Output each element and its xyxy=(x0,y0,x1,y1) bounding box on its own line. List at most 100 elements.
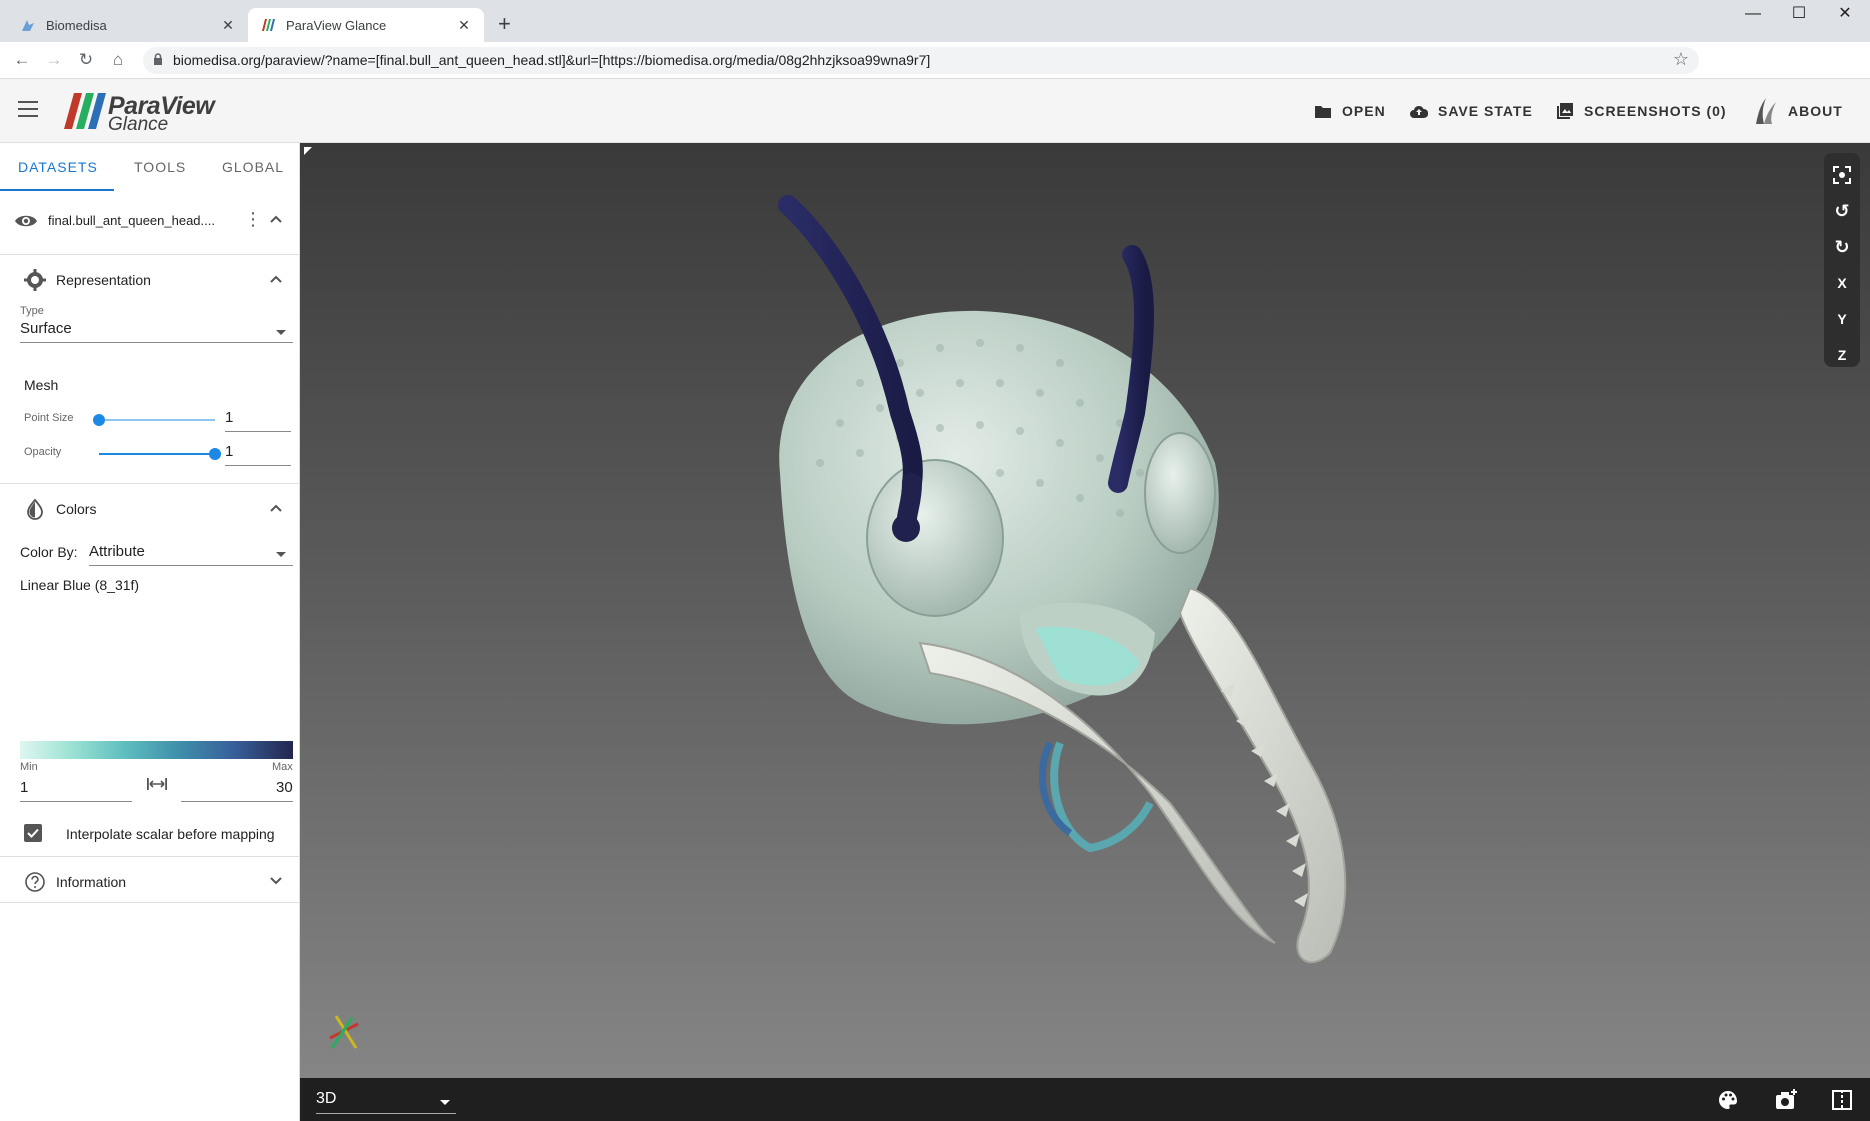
colormap-gradient-bar[interactable] xyxy=(20,741,293,759)
view-axis-y-button[interactable]: Y xyxy=(1824,301,1860,337)
browser-tab-title: Biomedisa xyxy=(46,17,107,33)
render-viewport[interactable]: ↺ ↻ X Y Z xyxy=(300,143,1870,1078)
point-size-value[interactable]: 1 xyxy=(225,409,233,426)
reset-camera-icon[interactable] xyxy=(1824,157,1860,193)
section-divider xyxy=(0,483,300,484)
rotate-right-icon[interactable]: ↻ xyxy=(1824,229,1860,265)
browser-tab-paraview-glance[interactable]: ParaView Glance ✕ xyxy=(248,8,484,42)
representation-title: Representation xyxy=(56,272,151,288)
tab-global[interactable]: GLOBAL xyxy=(222,143,284,191)
color-by-select-value[interactable]: Attribute xyxy=(89,543,145,560)
ant-left-eye xyxy=(866,459,1004,617)
dataset-name[interactable]: final.bull_ant_queen_head.... xyxy=(48,213,238,228)
palette-icon[interactable] xyxy=(1716,1088,1740,1112)
open-button[interactable]: OPEN xyxy=(1314,79,1386,143)
cloud-upload-icon xyxy=(1410,102,1428,120)
save-state-button[interactable]: SAVE STATE xyxy=(1410,79,1533,143)
chevron-up-icon xyxy=(270,504,282,512)
camera-screenshot-icon[interactable] xyxy=(1774,1088,1798,1112)
logo-stripes-icon xyxy=(64,93,106,129)
representation-gear-icon xyxy=(24,269,46,291)
section-divider xyxy=(0,254,300,255)
paraview-favicon-icon xyxy=(260,17,276,33)
color-by-label: Color By: xyxy=(20,544,78,560)
colormap-name[interactable]: Linear Blue (8_31f) xyxy=(20,577,139,593)
home-icon[interactable]: ⌂ xyxy=(106,48,130,72)
interpolate-label[interactable]: Interpolate scalar before mapping xyxy=(66,826,275,842)
type-select-underline xyxy=(20,342,293,343)
section-divider xyxy=(0,856,300,857)
ant-head-3d-model[interactable] xyxy=(300,143,1870,1078)
maximize-window-icon[interactable]: ☐ xyxy=(1776,0,1822,30)
colors-section-header[interactable]: Colors xyxy=(0,488,300,528)
reset-range-icon[interactable] xyxy=(146,776,168,792)
split-view-icon[interactable] xyxy=(1830,1088,1854,1112)
type-select-value[interactable]: Surface xyxy=(20,320,72,337)
ant-right-mandible xyxy=(1178,586,1347,964)
type-label: Type xyxy=(20,305,44,317)
help-circle-icon xyxy=(25,872,45,892)
visibility-eye-icon[interactable] xyxy=(14,211,38,231)
orientation-axes-icon xyxy=(329,1015,359,1049)
view-type-dropdown-icon xyxy=(440,1100,450,1105)
omnibox[interactable]: biomedisa.org/paraview/?name=[final.bull… xyxy=(143,47,1699,74)
opacity-label: Opacity xyxy=(24,446,62,458)
screenshots-label: SCREENSHOTS (0) xyxy=(1584,103,1727,119)
range-max-underline xyxy=(181,801,293,802)
tab-datasets[interactable]: DATASETS xyxy=(18,143,98,191)
close-window-icon[interactable]: ✕ xyxy=(1822,0,1868,30)
hamburger-menu-icon[interactable] xyxy=(18,101,38,117)
screenshots-button[interactable]: SCREENSHOTS (0) xyxy=(1556,79,1727,143)
dataset-menu-icon[interactable]: ⋮ xyxy=(244,209,262,230)
view-type-value: 3D xyxy=(316,1090,337,1107)
chevron-up-icon[interactable] xyxy=(268,211,284,227)
active-tab-indicator xyxy=(0,189,114,191)
color-by-select-underline xyxy=(89,565,293,566)
close-tab-icon[interactable]: ✕ xyxy=(220,17,236,34)
representation-section-header[interactable]: Representation xyxy=(0,259,300,299)
bookmark-star-icon[interactable]: ☆ xyxy=(1673,49,1689,70)
information-section-header[interactable]: Information xyxy=(0,861,300,901)
max-label: Max xyxy=(272,761,293,773)
opacity-input-underline xyxy=(225,465,291,466)
color-by-dropdown-icon[interactable] xyxy=(276,552,286,557)
view-axis-x-button[interactable]: X xyxy=(1824,265,1860,301)
opacity-slider[interactable] xyxy=(99,453,215,455)
chevron-down-icon xyxy=(270,877,282,885)
rotate-left-icon[interactable]: ↺ xyxy=(1824,193,1860,229)
open-label: OPEN xyxy=(1342,103,1386,119)
back-icon[interactable]: ← xyxy=(10,48,34,72)
view-axis-z-button[interactable]: Z xyxy=(1824,337,1860,373)
interpolate-checkbox[interactable] xyxy=(24,824,42,842)
range-max-input[interactable]: 30 xyxy=(276,779,293,796)
about-button[interactable]: ABOUT xyxy=(1752,79,1843,143)
biomedisa-favicon-icon xyxy=(20,17,36,33)
minimize-window-icon[interactable]: — xyxy=(1730,0,1776,30)
browser-tab-title: ParaView Glance xyxy=(286,17,387,33)
ant-right-eye xyxy=(1144,432,1216,554)
lock-icon xyxy=(154,53,162,65)
point-size-slider-thumb[interactable] xyxy=(93,414,105,426)
point-size-slider[interactable] xyxy=(99,419,215,421)
save-state-label: SAVE STATE xyxy=(1438,103,1533,119)
checkmark-icon xyxy=(27,828,39,838)
folder-icon xyxy=(1314,102,1332,120)
view-type-select[interactable]: 3D xyxy=(316,1088,456,1114)
type-dropdown-icon[interactable] xyxy=(276,330,286,335)
opacity-slider-thumb[interactable] xyxy=(209,448,221,460)
viewport-bottom-bar: 3D xyxy=(300,1078,1870,1121)
close-tab-icon[interactable]: ✕ xyxy=(456,17,472,34)
view-type-underline xyxy=(316,1113,456,1114)
browser-tab-biomedisa[interactable]: Biomedisa ✕ xyxy=(8,8,248,42)
reload-icon[interactable]: ↻ xyxy=(74,48,98,72)
range-min-input[interactable]: 1 xyxy=(20,779,28,796)
tab-tools[interactable]: TOOLS xyxy=(134,143,186,191)
new-tab-button[interactable]: + xyxy=(498,12,511,36)
information-title: Information xyxy=(56,874,127,890)
browser-tabstrip: Biomedisa ✕ ParaView Glance ✕ + — ☐ ✕ xyxy=(0,0,1870,42)
opacity-value[interactable]: 1 xyxy=(225,443,233,460)
forward-icon[interactable]: → xyxy=(42,48,66,72)
url-text: biomedisa.org/paraview/?name=[final.bull… xyxy=(173,52,931,68)
range-min-underline xyxy=(20,801,132,802)
chevron-up-icon xyxy=(270,275,282,283)
